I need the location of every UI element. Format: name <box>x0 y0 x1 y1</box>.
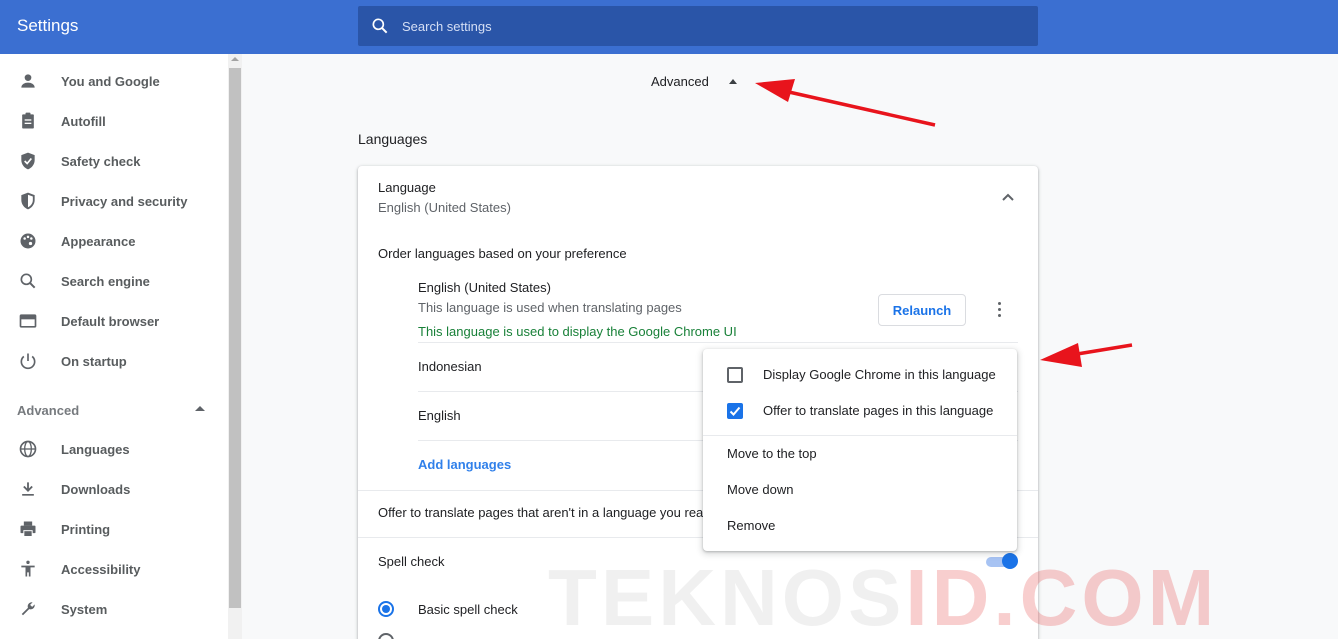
search-icon <box>20 273 36 289</box>
sidebar-item-label: Appearance <box>61 233 136 249</box>
caret-up-icon[interactable] <box>195 406 205 411</box>
language-label: Language <box>378 180 436 195</box>
chevron-up-icon[interactable] <box>1001 192 1015 202</box>
caret-up-icon[interactable] <box>729 79 737 84</box>
annotation-arrow-advanced <box>755 79 936 127</box>
sidebar-item-label: Printing <box>61 521 111 537</box>
sidebar-item-search-engine[interactable]: Search engine <box>0 261 228 301</box>
language-item-name: Indonesian <box>418 359 482 374</box>
sidebar-scrollbar[interactable] <box>228 54 242 639</box>
language-value: English (United States) <box>378 200 511 215</box>
basic-spell-check-label: Basic spell check <box>418 602 518 617</box>
sidebar-item-printing[interactable]: Printing <box>0 509 228 549</box>
offer-translate-option[interactable]: Offer to translate pages in this languag… <box>763 403 993 418</box>
person-icon <box>21 74 35 88</box>
sidebar-item-label: System <box>61 601 108 617</box>
language-item-note: This language is used when translating p… <box>418 300 682 315</box>
sidebar-item-label: You and Google <box>61 73 160 89</box>
sidebar: You and Google Autofill Safety check Pri… <box>0 54 228 639</box>
move-down-option[interactable]: Move down <box>727 482 793 497</box>
page-title: Settings <box>17 16 79 35</box>
palette-icon <box>20 233 36 249</box>
sidebar-item-downloads[interactable]: Downloads <box>0 469 228 509</box>
shield-icon <box>21 192 35 210</box>
wrench-icon <box>21 602 35 616</box>
sidebar-item-label: Languages <box>61 441 130 457</box>
add-languages-link[interactable]: Add languages <box>418 457 511 472</box>
download-icon <box>22 482 34 496</box>
basic-spell-check-radio[interactable] <box>378 601 394 617</box>
globe-icon <box>19 440 37 458</box>
sidebar-item-label: Safety check <box>61 153 141 169</box>
clipboard-icon <box>22 112 34 129</box>
move-to-top-option[interactable]: Move to the top <box>727 446 817 461</box>
relaunch-button[interactable]: Relaunch <box>878 294 966 326</box>
sidebar-item-appearance[interactable]: Appearance <box>0 221 228 261</box>
sidebar-advanced-header[interactable]: Advanced <box>17 403 79 418</box>
annotation-arrow-menu <box>1040 343 1133 367</box>
power-icon <box>20 353 36 370</box>
watermark-logo: TEKNOSID.COM <box>548 553 1219 639</box>
language-options-menu: Display Google Chrome in this language O… <box>703 349 1017 551</box>
sidebar-item-safety-check[interactable]: Safety check <box>0 141 228 181</box>
browser-icon <box>19 314 37 328</box>
spell-check-label: Spell check <box>378 554 445 569</box>
divider <box>418 342 1018 343</box>
checkmark-icon <box>729 406 741 416</box>
menu-divider <box>703 435 1017 436</box>
search-box[interactable] <box>358 6 1038 46</box>
scrollbar-thumb[interactable] <box>229 68 241 608</box>
shield-check-icon <box>21 152 35 170</box>
more-vert-icon[interactable] <box>993 300 1005 320</box>
accessibility-icon <box>21 560 35 577</box>
printer-icon <box>20 521 36 537</box>
sidebar-item-on-startup[interactable]: On startup <box>0 341 228 381</box>
sidebar-item-system[interactable]: System <box>0 589 228 629</box>
sidebar-item-you-and-google[interactable]: You and Google <box>0 61 228 101</box>
language-item-name: English (United States) <box>418 280 551 295</box>
sidebar-item-label: Privacy and security <box>61 193 188 209</box>
sidebar-item-label: On startup <box>61 353 127 369</box>
app-header: Settings <box>0 0 1338 54</box>
scroll-up-icon[interactable] <box>231 57 239 61</box>
sidebar-item-label: Downloads <box>61 481 131 497</box>
sidebar-item-label: Search engine <box>61 273 150 289</box>
order-languages-label: Order languages based on your preference <box>378 246 627 261</box>
language-item-name: English <box>418 408 461 423</box>
sidebar-item-label: Autofill <box>61 113 106 129</box>
sidebar-item-accessibility[interactable]: Accessibility <box>0 549 228 589</box>
advanced-toggle-label[interactable]: Advanced <box>651 74 709 89</box>
offer-translate-checkbox[interactable] <box>727 403 743 419</box>
search-input[interactable] <box>402 6 1002 46</box>
language-item-ui-note: This language is used to display the Goo… <box>418 324 737 339</box>
sidebar-item-autofill[interactable]: Autofill <box>0 101 228 141</box>
offer-translate-label: Offer to translate pages that aren't in … <box>378 505 711 520</box>
remove-option[interactable]: Remove <box>727 518 775 533</box>
sidebar-item-label: Accessibility <box>61 561 141 577</box>
sidebar-item-languages[interactable]: Languages <box>0 429 228 469</box>
sidebar-item-default-browser[interactable]: Default browser <box>0 301 228 341</box>
display-chrome-option[interactable]: Display Google Chrome in this language <box>763 367 996 382</box>
sidebar-item-label: Default browser <box>61 313 160 329</box>
display-chrome-checkbox[interactable] <box>727 367 743 383</box>
section-title-languages: Languages <box>358 131 428 147</box>
search-icon <box>372 18 388 34</box>
sidebar-item-privacy[interactable]: Privacy and security <box>0 181 228 221</box>
